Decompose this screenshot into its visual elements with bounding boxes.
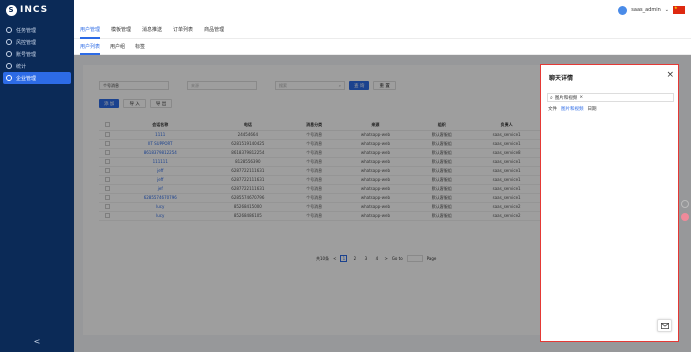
collapse-sidebar-button[interactable]: < xyxy=(0,337,74,346)
sidebar-item-label: 账号管理 xyxy=(16,51,37,58)
expand-icon[interactable] xyxy=(681,200,689,208)
tab-tags[interactable]: 标签 xyxy=(135,39,145,55)
secondary-tabs: 用户列表 用户组 标签 xyxy=(74,39,691,55)
search-icon: ⌕ xyxy=(550,94,553,101)
language-flag-icon[interactable] xyxy=(673,5,685,14)
tab-user-list[interactable]: 用户列表 xyxy=(80,39,101,55)
tab-product-management[interactable]: 商品管理 xyxy=(204,20,224,39)
search-tag-label: 图片和视频 xyxy=(554,95,578,101)
tab-user-group[interactable]: 用户组 xyxy=(110,39,125,55)
sidebar-item-label: 任务管理 xyxy=(16,27,37,34)
sidebar-item-label: 风控管理 xyxy=(16,39,37,46)
drawer-title: 聊天详情 xyxy=(549,75,574,82)
tab-order-list[interactable]: 订单列表 xyxy=(173,20,193,39)
shield-icon xyxy=(6,39,12,45)
tag-close-icon[interactable]: × xyxy=(579,95,583,100)
enterprise-icon xyxy=(6,75,12,81)
sidebar-item-risk[interactable]: 风控管理 xyxy=(0,36,74,48)
mail-icon xyxy=(660,322,669,329)
sidebar: S INCS 任务管理 风控管理 账号管理 统计 企业管理 < xyxy=(0,0,74,352)
tab-files[interactable]: 文件 xyxy=(548,106,557,112)
sidebar-item-enterprise[interactable]: 企业管理 xyxy=(3,72,71,84)
sidebar-item-label: 企业管理 xyxy=(16,75,37,82)
logo-text: INCS xyxy=(20,5,49,15)
assistant-icon[interactable] xyxy=(681,213,689,221)
chart-icon xyxy=(6,63,12,69)
tab-message-push[interactable]: 消息推送 xyxy=(142,20,162,39)
search-tag: 图片和视频 × xyxy=(555,95,583,101)
tab-template-management[interactable]: 模板管理 xyxy=(111,20,131,39)
logo-icon: S xyxy=(6,4,17,16)
tab-date[interactable]: 日期 xyxy=(588,106,597,112)
avatar[interactable] xyxy=(618,5,628,15)
sidebar-item-account[interactable]: 账号管理 xyxy=(0,48,74,60)
chat-detail-drawer: 聊天详情 × ⌕ 图片和视频 × 文件 图片和视频 日期 xyxy=(540,64,679,342)
sidebar-nav: 任务管理 风控管理 账号管理 统计 企业管理 xyxy=(0,24,74,84)
username[interactable]: saas_admin xyxy=(631,7,661,13)
primary-tabs: 用户管理 模板管理 消息推送 订单列表 商品管理 xyxy=(74,20,691,39)
drawer-search-input[interactable]: ⌕ 图片和视频 × xyxy=(547,93,674,102)
app-logo[interactable]: S INCS xyxy=(0,0,74,20)
drawer-tabs: 文件 图片和视频 日期 xyxy=(548,106,597,112)
chevron-down-icon[interactable]: ⌄ xyxy=(665,7,669,13)
tab-media[interactable]: 图片和视频 xyxy=(561,106,584,112)
mail-button[interactable] xyxy=(657,319,672,332)
user-icon xyxy=(6,51,12,57)
close-icon[interactable]: × xyxy=(666,71,674,80)
sidebar-item-task[interactable]: 任务管理 xyxy=(0,24,74,36)
tab-user-management[interactable]: 用户管理 xyxy=(80,20,101,39)
floating-side-icons xyxy=(681,200,689,221)
sidebar-item-stats[interactable]: 统计 xyxy=(0,60,74,72)
sidebar-item-label: 统计 xyxy=(16,63,27,70)
task-icon xyxy=(6,27,12,33)
topbar: saas_admin ⌄ xyxy=(74,0,691,20)
